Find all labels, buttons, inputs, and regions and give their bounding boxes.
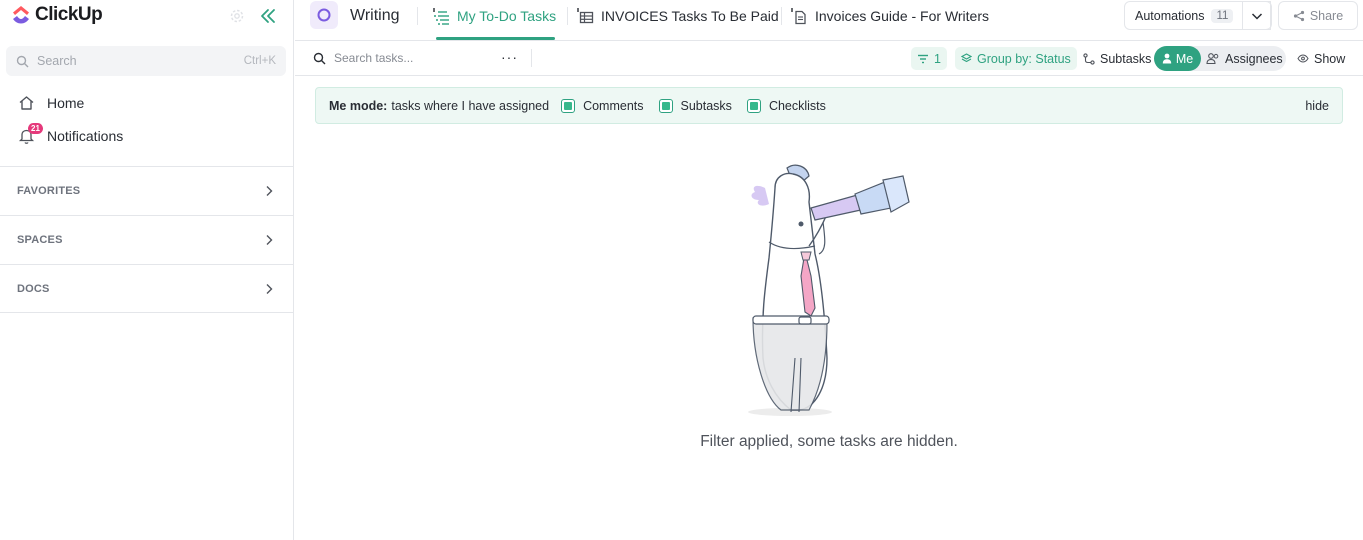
collapse-sidebar-icon[interactable] <box>258 6 278 26</box>
space-avatar[interactable] <box>310 1 338 29</box>
automations-label: Automations <box>1135 8 1205 23</box>
chevron-right-icon <box>266 283 273 294</box>
banner-title: Me mode: <box>329 98 388 113</box>
search-placeholder: Search <box>37 54 77 68</box>
chevron-right-icon <box>266 186 273 196</box>
divider <box>567 7 568 25</box>
active-tab-indicator <box>436 37 555 40</box>
checkbox-box <box>658 98 673 113</box>
chevron-right-icon <box>266 235 273 245</box>
subtasks-label: Subtasks <box>1100 51 1152 66</box>
tab-invoices-tasks-to-be-paid[interactable]: INVOICES Tasks To Be Paid <box>577 0 779 41</box>
me-mode-toggle-group: Me Assignees <box>1154 46 1286 71</box>
tab-label: Invoices Guide - For Writers <box>815 8 990 24</box>
logo[interactable]: ClickUp <box>11 4 103 26</box>
sidebar-item-label: Notifications <box>47 128 124 144</box>
checkbox-label: Checklists <box>768 98 826 113</box>
group-by-label: Group by: Status <box>977 51 1071 66</box>
task-search-placeholder: Search tasks... <box>334 51 414 65</box>
checkbox-box <box>746 98 761 113</box>
me-mode-button[interactable]: Me <box>1154 46 1201 71</box>
tab-invoices-guide[interactable]: Invoices Guide - For Writers <box>791 0 989 41</box>
bell-icon-wrap: 21 <box>18 123 43 145</box>
share-label: Share <box>1309 8 1344 23</box>
sidebar-item-label: Home <box>47 95 85 111</box>
share-button[interactable]: Share <box>1278 1 1358 30</box>
checkbox-label: Subtasks <box>680 98 732 113</box>
space-name[interactable]: Writing <box>350 7 400 25</box>
home-icon <box>19 96 34 110</box>
subtasks-button[interactable]: Subtasks <box>1077 47 1157 70</box>
users-icon <box>1206 53 1219 64</box>
sidebar-item-notifications[interactable]: 21 Notifications <box>18 123 124 145</box>
tab-label: My To-Do Tasks <box>457 8 557 24</box>
subtasks-icon <box>1083 52 1095 65</box>
section-label: DOCS <box>17 282 50 295</box>
sidebar: ClickUp Search Ctrl+K Home 21 Notificati… <box>0 0 294 540</box>
comments-checkbox[interactable]: Comments <box>561 98 644 113</box>
banner-text: tasks where I have assigned <box>391 98 550 113</box>
sidebar-section-docs[interactable]: DOCS <box>0 264 294 313</box>
sidebar-section-spaces[interactable]: SPACES <box>0 215 294 264</box>
divider <box>417 7 418 25</box>
checklists-checkbox[interactable]: Checklists <box>746 98 826 113</box>
filter-button[interactable]: 1 <box>911 47 947 70</box>
app-window: ClickUp Search Ctrl+K Home 21 Notificati… <box>0 0 1363 540</box>
header: Writing My To-Do Tasks INVOICES Tasks To… <box>295 0 1363 41</box>
search-shortcut: Ctrl+K <box>243 55 276 67</box>
notification-badge: 21 <box>28 123 43 134</box>
share-icon <box>1293 10 1304 21</box>
subtasks-checkbox[interactable]: Subtasks <box>658 98 732 113</box>
doc-icon <box>791 8 806 25</box>
clickup-logo-icon <box>13 6 29 24</box>
search-icon <box>313 52 326 64</box>
sidebar-item-home[interactable]: Home <box>18 95 84 111</box>
telescope-character-illustration <box>748 164 910 416</box>
hide-banner-link[interactable]: hide <box>1305 99 1329 113</box>
search-icon <box>16 55 29 67</box>
list-icon <box>433 8 449 25</box>
table-icon <box>577 8 594 24</box>
sidebar-search-input[interactable]: Search Ctrl+K <box>6 46 286 76</box>
task-search-input[interactable]: Search tasks... <box>313 51 413 65</box>
more-options-icon[interactable]: ··· <box>501 49 518 65</box>
view-toolbar: Search tasks... ··· 1 Group by: Status S… <box>295 41 1363 76</box>
circle-icon <box>317 8 331 22</box>
user-icon <box>1162 53 1172 64</box>
sidebar-section-favorites[interactable]: FAVORITES <box>0 166 294 215</box>
me-mode-banner: Me mode: tasks where I have assigned Com… <box>315 87 1343 124</box>
filter-icon <box>918 54 928 63</box>
layers-icon <box>961 53 972 63</box>
checkbox-label: Comments <box>583 98 644 113</box>
assignees-label: Assignees <box>1225 51 1283 66</box>
filter-count: 1 <box>934 51 941 66</box>
automations-count: 11 <box>1211 8 1234 23</box>
empty-state-message: Filter applied, some tasks are hidden. <box>700 433 958 450</box>
me-label: Me <box>1175 51 1194 66</box>
assignees-button[interactable]: Assignees <box>1206 46 1283 71</box>
section-label: SPACES <box>17 234 63 246</box>
checkbox-box <box>561 98 576 113</box>
show-label: Show <box>1314 51 1346 66</box>
eye-icon <box>1297 54 1309 63</box>
logo-text: ClickUp <box>35 4 103 25</box>
chevron-down-icon <box>1251 12 1263 20</box>
tab-label: INVOICES Tasks To Be Paid <box>601 8 779 24</box>
divider <box>531 49 532 67</box>
section-label: FAVORITES <box>17 185 81 197</box>
gear-icon[interactable] <box>229 8 245 24</box>
show-button[interactable]: Show <box>1291 47 1351 70</box>
tab-my-to-do-tasks[interactable]: My To-Do Tasks <box>433 0 556 41</box>
group-by-button[interactable]: Group by: Status <box>955 47 1077 70</box>
automations-dropdown-button[interactable] <box>1242 1 1272 30</box>
divider <box>781 7 782 25</box>
